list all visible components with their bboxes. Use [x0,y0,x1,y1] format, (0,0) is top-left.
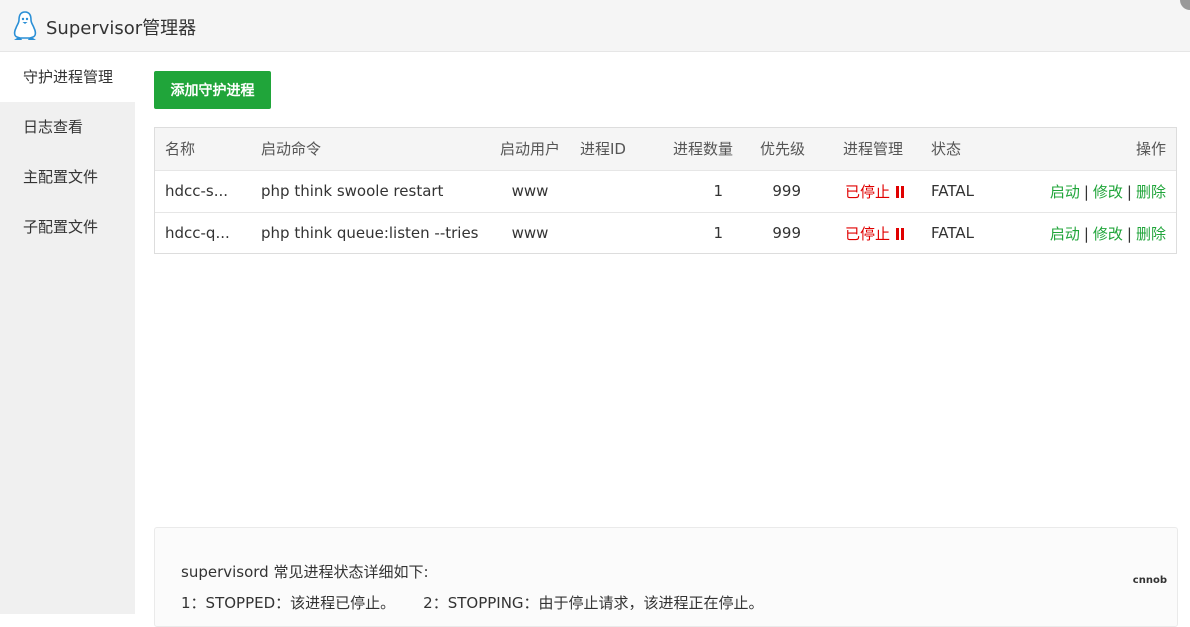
stopped-label: 已停止 [844,224,890,243]
watermark-logo: cnnob [1132,575,1167,586]
separator: | [1126,182,1132,201]
start-link[interactable]: 启动 [1050,183,1080,201]
sidebar: 守护进程管理 日志查看 主配置文件 子配置文件 [0,52,135,614]
sidebar-item-log-view[interactable]: 日志查看 [0,102,135,152]
header-pid: 进程ID [580,140,626,159]
main-panel: 添加守护进程 名称 启动命令 启动用户 进程ID 进程数量 优先级 进程管理 状… [135,52,1190,627]
process-command: php think swoole restart [261,182,444,200]
process-priority: 999 [772,224,801,243]
process-manage-toggle[interactable]: 已停止 [815,170,921,212]
info-stopped: 1：STOPPED：该进程已停止。 [181,594,396,612]
pause-icon[interactable] [895,185,905,198]
header-status: 状态 [931,140,962,159]
header-actions: 操作 [1135,140,1166,159]
process-actions: 启动 | 修改 | 删除 [989,212,1176,254]
process-count: 1 [713,182,723,200]
stopped-label: 已停止 [844,182,890,201]
separator: | [1126,224,1132,243]
info-line: 1：STOPPED：该进程已停止。 2：STOPPING：由于停止请求，该进程正在… [181,592,764,613]
start-link[interactable]: 启动 [1050,225,1080,243]
process-actions: 启动 | 修改 | 删除 [989,170,1176,212]
add-daemon-button[interactable]: 添加守护进程 [154,71,271,109]
delete-link[interactable]: 删除 [1136,225,1166,243]
sidebar-item-process-management[interactable]: 守护进程管理 [0,52,135,102]
table-row: hdcc-q... php think queue:listen --tries… [155,212,1176,254]
header-manage: 进程管理 [842,140,903,159]
process-user: www [511,224,549,243]
table-row: hdcc-s... php think swoole restart www 1… [155,170,1176,212]
table-header-row: 名称 启动命令 启动用户 进程ID 进程数量 优先级 进程管理 状态 操作 [155,128,1176,170]
info-title: supervisord 常见进程状态详细如下: [181,563,429,581]
header-user: 启动用户 [499,140,560,159]
penguin-icon [13,11,37,40]
separator: | [1083,224,1089,243]
app-title: Supervisor管理器 [46,18,197,39]
sidebar-item-sub-config[interactable]: 子配置文件 [0,202,135,252]
header-priority: 优先级 [759,140,805,159]
process-command: php think queue:listen --tries [261,224,479,243]
separator: | [1083,182,1089,201]
process-priority: 999 [772,182,801,200]
process-status: FATAL [931,224,974,243]
pause-icon[interactable] [895,227,905,240]
process-table: 名称 启动命令 启动用户 进程ID 进程数量 优先级 进程管理 状态 操作 hd… [154,127,1177,254]
process-status: FATAL [931,182,974,200]
sidebar-item-main-config[interactable]: 主配置文件 [0,152,135,202]
delete-link[interactable]: 删除 [1136,183,1166,201]
title-bar: Supervisor管理器 [0,0,1190,52]
header-name: 名称 [165,140,196,159]
header-command: 启动命令 [261,140,322,159]
process-pid [573,170,633,212]
process-name: hdcc-q... [165,224,230,243]
window-control-icon[interactable] [1180,0,1190,10]
process-user: www [511,182,549,200]
status-info-box: supervisord 常见进程状态详细如下: 1：STOPPED：该进程已停止… [154,527,1178,627]
edit-link[interactable]: 修改 [1093,183,1123,201]
process-pid [573,212,633,254]
edit-link[interactable]: 修改 [1093,225,1123,243]
process-manage-toggle[interactable]: 已停止 [815,212,921,254]
process-name: hdcc-s... [165,182,229,200]
process-count: 1 [713,224,723,243]
info-stopping: 2：STOPPING：由于停止请求，该进程正在停止。 [423,594,764,612]
header-count: 进程数量 [672,140,733,159]
